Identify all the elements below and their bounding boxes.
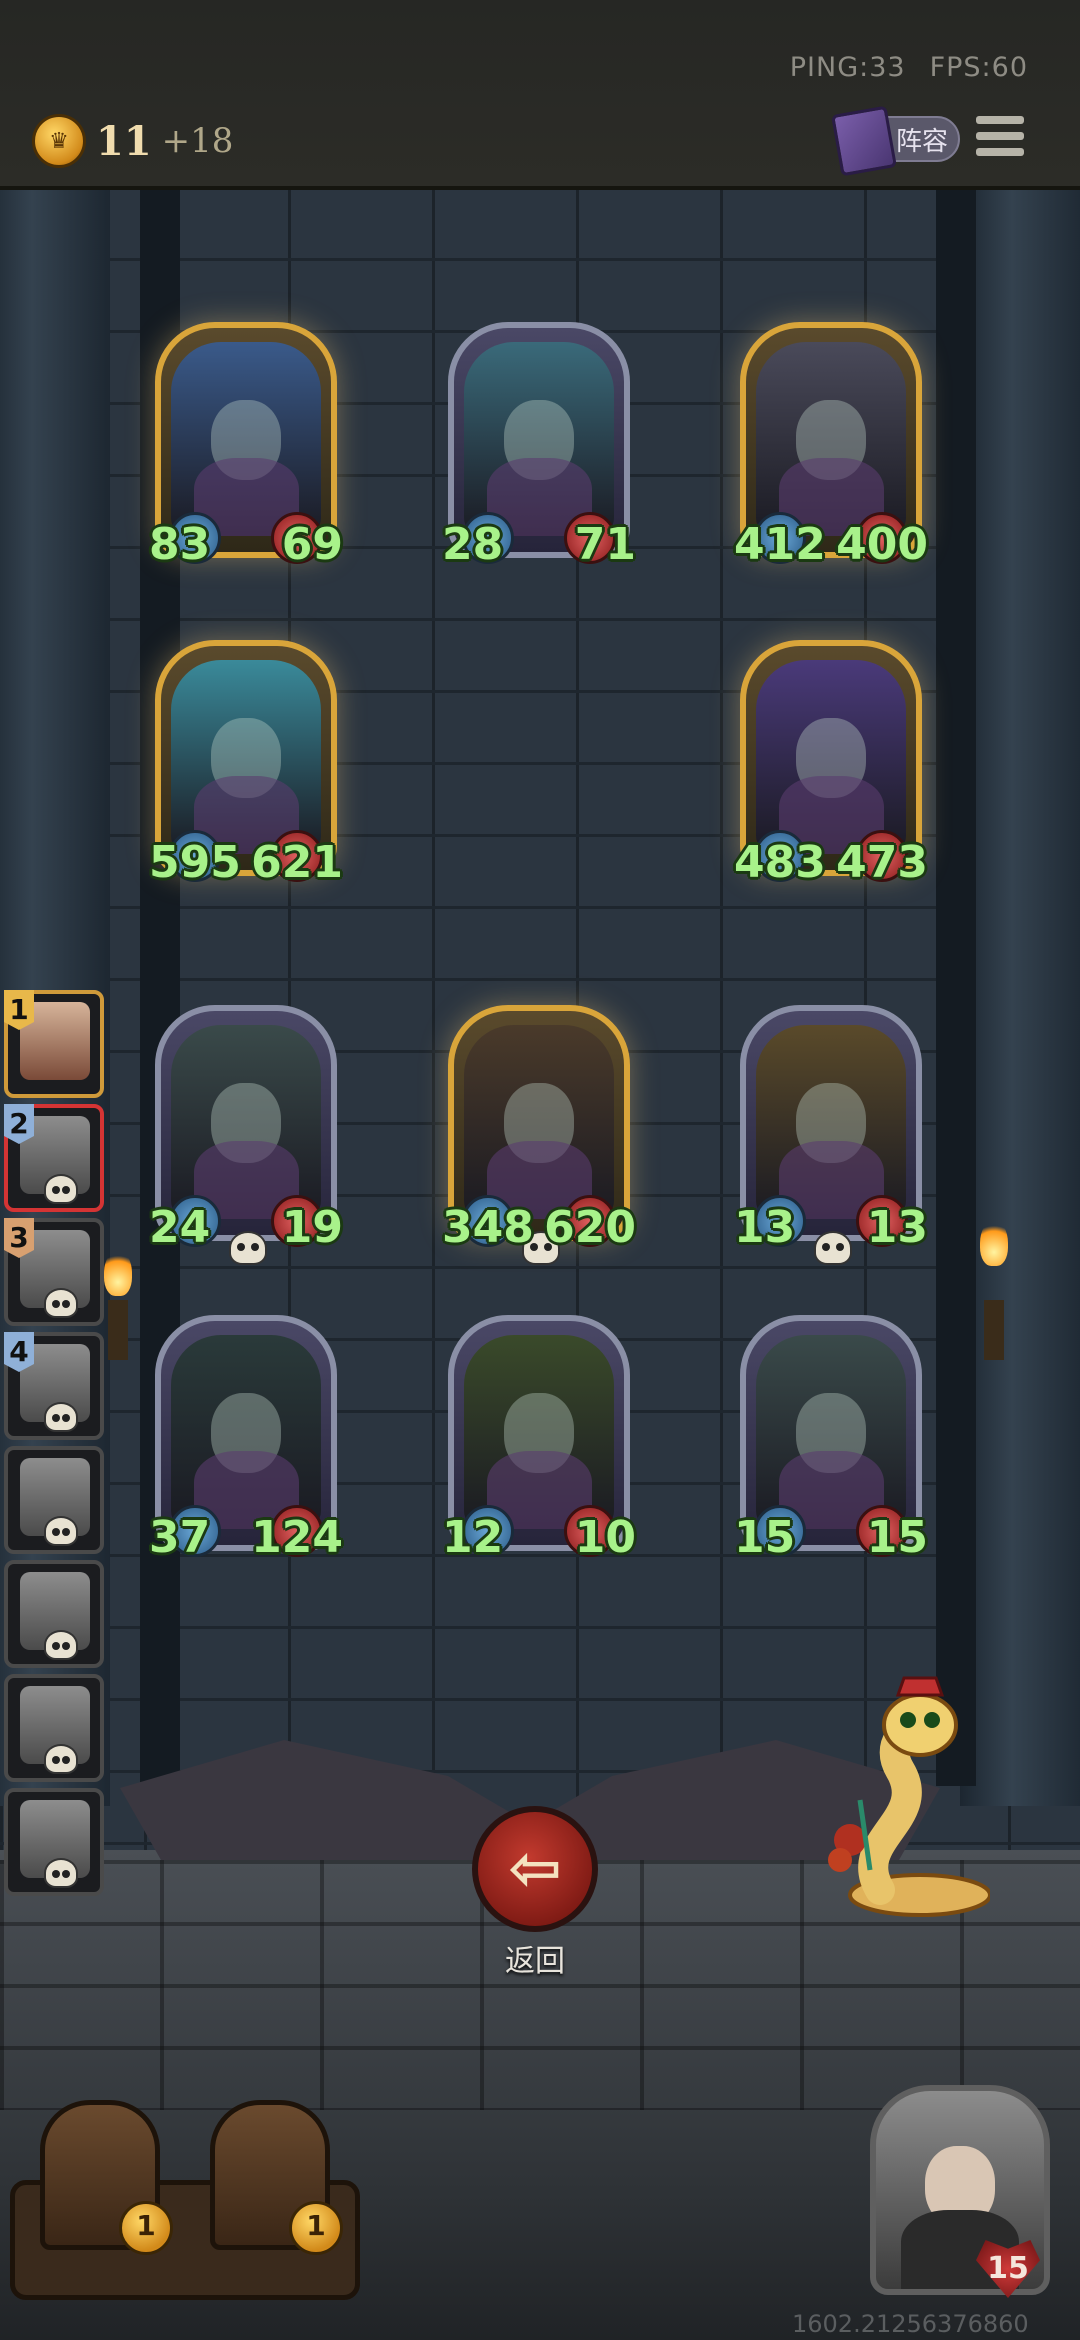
skull-icon [44,1858,78,1888]
unit-art [756,1025,906,1219]
unit-card[interactable]: 83 69 [149,322,343,570]
skull-icon [44,1174,78,1204]
menu-icon[interactable] [976,112,1024,160]
unit-card[interactable]: 412 400 [734,322,928,570]
treasure-chest[interactable]: 1 [40,2100,173,2255]
roster-slot[interactable]: 4 [4,1332,104,1440]
unit-art [464,1025,614,1219]
skull-icon [44,1516,78,1546]
roster-slot[interactable]: 2 [4,1104,104,1212]
roster-slot[interactable] [4,1446,104,1554]
unit-health: 69 [281,519,343,570]
skull-icon [44,1744,78,1774]
unit-health: 473 [836,837,928,888]
unit-art [171,660,321,854]
treasure-chest[interactable]: 1 [210,2100,343,2255]
game-scene: PING:33 FPS:60 ♛ 11 +18 阵容 83 69 28 71 412 40… [0,0,1080,2340]
rank-badge: 4 [4,1332,34,1372]
unit-attack: 595 [149,837,241,888]
gold-counter: ♛ 11 +18 [32,114,233,168]
unit-art [756,660,906,854]
roster-slot[interactable]: 3 [4,1218,104,1326]
unit-health: 621 [251,837,343,888]
roster-slot[interactable] [4,1560,104,1668]
chest-count: 1 [119,2201,173,2255]
top-bar: PING:33 FPS:60 ♛ 11 +18 阵容 [0,0,1080,190]
skull-icon [814,1231,852,1265]
roster-slot[interactable] [4,1674,104,1782]
skull-icon [44,1630,78,1660]
rank-badge: 3 [4,1218,34,1258]
unit-card[interactable]: 12 10 [442,1315,636,1563]
unit-attack: 24 [149,1202,211,1253]
torch-right [984,1300,1004,1360]
unit-health: 13 [866,1202,928,1253]
unit-attack: 13 [734,1202,796,1253]
skull-icon [44,1402,78,1432]
unit-health: 400 [836,519,928,570]
gold-amount: 11 [96,117,152,165]
unit-card[interactable]: 13 13 [734,1005,928,1265]
unit-art [171,1025,321,1219]
unit-art [756,342,906,536]
wall-edge-right [936,186,976,1786]
unit-health: 71 [574,519,636,570]
unit-health: 10 [574,1512,636,1563]
unit-attack: 483 [734,837,826,888]
torch-flame-icon [104,1250,132,1296]
lineup-button[interactable]: 阵容 [831,105,960,177]
book-icon [831,105,897,177]
unit-art [171,1335,321,1529]
right-pillar [960,186,1080,1806]
unit-health: 19 [281,1202,343,1253]
snake-mascot[interactable] [810,1670,990,1920]
torch-left [108,1300,128,1360]
back-label: 返回 [505,1944,565,1979]
unit-art [171,342,321,536]
unit-art [464,342,614,536]
unit-attack: 28 [442,519,504,570]
network-stats: PING:33 FPS:60 [790,52,1028,83]
unit-attack: 412 [734,519,826,570]
roster-slot[interactable]: 1 [4,990,104,1098]
unit-attack: 83 [149,519,211,570]
back-arrow-icon: ⇦ [508,1832,562,1906]
gold-income: +18 [161,121,234,161]
back-button[interactable]: ⇦ [472,1806,598,1932]
ping-readout: PING:33 [789,52,906,83]
unit-health: 15 [866,1512,928,1563]
rank-badge: 2 [4,1104,34,1144]
skull-icon [229,1231,267,1265]
unit-attack: 12 [442,1512,504,1563]
rank-badge: 1 [4,990,34,1030]
unit-attack: 15 [734,1512,796,1563]
fps-readout: FPS:60 [929,52,1028,83]
unit-card[interactable]: 24 19 [149,1005,343,1265]
unit-card[interactable]: 28 71 [442,322,636,570]
unit-health: 124 [251,1512,343,1563]
unit-card[interactable]: 15 15 [734,1315,928,1563]
unit-art [756,1335,906,1529]
crown-coin-icon: ♛ [32,114,86,168]
unit-card[interactable]: 37 124 [149,1315,343,1563]
unit-card[interactable]: 483 473 [734,640,928,888]
torch-flame-icon [980,1220,1008,1266]
unit-attack: 348 [442,1202,534,1253]
unit-health: 620 [544,1202,636,1253]
unit-card[interactable]: 348 620 [442,1005,636,1265]
unit-card[interactable]: 595 621 [149,640,343,888]
unit-art [464,1335,614,1529]
roster-slot[interactable] [4,1788,104,1896]
chest-count: 1 [289,2201,343,2255]
skull-icon [44,1288,78,1318]
unit-attack: 37 [149,1512,211,1563]
debug-coords: 1602.21256376860 [792,2310,1029,2338]
lineup-label: 阵容 [895,126,948,157]
